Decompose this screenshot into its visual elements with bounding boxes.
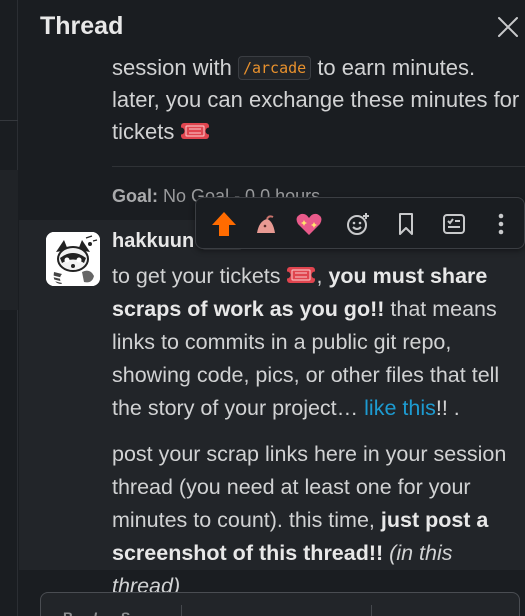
toolbar-divider — [371, 605, 372, 616]
thread-header: Thread — [19, 0, 525, 56]
sparkling-heart-icon[interactable] — [291, 206, 327, 242]
message-divider — [112, 166, 525, 167]
emoji-reaction-icon[interactable] — [248, 206, 284, 242]
message-author[interactable]: hakkuun — [112, 230, 194, 253]
close-icon[interactable] — [495, 14, 521, 40]
thread-panel: Thread session with /arcade to earn minu… — [19, 0, 525, 616]
ticket-emoji-icon — [177, 118, 213, 139]
upvote-icon[interactable] — [206, 206, 242, 242]
message-text: to get your tickets — [112, 264, 281, 288]
italic-format-button[interactable]: I — [93, 609, 97, 616]
arcade-command-code: /arcade — [237, 56, 312, 80]
avatar[interactable] — [46, 232, 100, 286]
add-to-list-icon[interactable] — [436, 206, 472, 242]
like-this-link[interactable]: like this — [364, 396, 436, 420]
workspace-sidebar-edge — [0, 0, 18, 616]
toolbar-divider — [181, 605, 182, 616]
bold-format-button[interactable]: B — [63, 609, 73, 616]
message-text: !! . — [435, 396, 460, 420]
previous-message-text: session with /arcade to earn minutes. la… — [112, 52, 525, 148]
more-actions-icon[interactable] — [483, 206, 519, 242]
bookmark-icon[interactable] — [388, 206, 424, 242]
message-body: to get your tickets , you must share scr… — [112, 260, 524, 603]
message-text: session with — [112, 55, 232, 80]
message-paragraph: post your scrap links here in your sessi… — [112, 438, 524, 603]
message-paragraph: to get your tickets , you must share scr… — [112, 262, 500, 420]
message-actions-toolbar — [195, 197, 525, 249]
strike-format-button[interactable]: S — [121, 609, 130, 616]
add-reaction-icon[interactable] — [340, 206, 376, 242]
message-text: to earn minutes. — [317, 55, 476, 80]
message-text: later, you can exchange these minutes fo… — [112, 87, 520, 112]
goal-label: Goal: — [112, 186, 159, 206]
message-text: tickets — [112, 119, 175, 144]
ticket-emoji-icon — [283, 262, 319, 283]
reply-composer[interactable]: B I S — [40, 592, 520, 616]
thread-title: Thread — [40, 12, 124, 40]
